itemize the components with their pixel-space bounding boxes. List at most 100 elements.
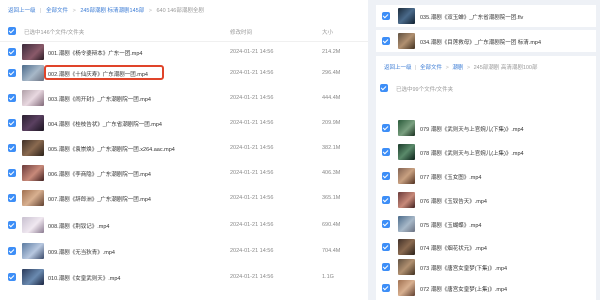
row-checkbox[interactable] xyxy=(382,172,390,180)
video-thumbnail xyxy=(22,44,44,60)
video-thumbnail xyxy=(22,140,44,156)
file-name[interactable]: 004.潮剧《桂枝告状》_广东省潮剧院一团.mp4 xyxy=(48,120,162,128)
file-name[interactable]: 076 潮剧《玉钗告天》.mp4 xyxy=(420,197,487,205)
select-all-checkbox[interactable] xyxy=(8,27,16,35)
video-thumbnail xyxy=(22,165,44,181)
row-checkbox[interactable] xyxy=(8,169,16,177)
video-thumbnail xyxy=(398,216,415,232)
file-name[interactable]: 078 潮剧《武则天与上官婉儿(上集)》.mp4 xyxy=(420,149,524,157)
file-row[interactable]: 004.潮剧《桂枝告状》_广东省潮剧院一团.mp4 2024-01-21 14:… xyxy=(0,113,368,133)
row-checkbox[interactable] xyxy=(8,144,16,152)
file-row[interactable]: 073 潮剧《唐宫女皇梦(下集)》.mp4 xyxy=(376,256,596,278)
row-checkbox[interactable] xyxy=(382,284,390,292)
selection-count: 已选中99个文件/文件夹 xyxy=(396,87,454,93)
video-thumbnail xyxy=(22,269,44,285)
file-name[interactable]: 074 潮剧《烟花状元》.mp4 xyxy=(420,244,487,252)
selection-count: 已选中146个文件/文件夹 xyxy=(24,30,85,36)
file-row[interactable]: 007.潮剧《辞郎洲》_广东潮剧院一团.mp4 2024-01-21 14:56… xyxy=(0,188,368,208)
video-thumbnail xyxy=(398,259,415,275)
file-row[interactable]: 001.潮剧《杨令婆辩本》广东一团.mp4 2024-01-21 14:56 2… xyxy=(0,42,368,62)
breadcrumb-item[interactable]: 245部潮剧 标清潮剧145部 xyxy=(80,8,144,14)
video-thumbnail xyxy=(22,65,44,81)
file-name[interactable]: 072 潮剧《唐宫女皇梦(上集)》.mp4 xyxy=(420,285,507,293)
file-row[interactable]: 077 潮剧《玉女图》.mp4 xyxy=(376,165,596,187)
file-row[interactable]: 035.潮剧《双玉蝉》_广东省潮剧院一团.flv xyxy=(376,5,596,27)
file-name[interactable]: 003.潮剧《闹开封》_广东潮剧院一团.mp4 xyxy=(48,95,151,103)
row-checkbox[interactable] xyxy=(382,243,390,251)
file-time: 2024-01-21 14:56 xyxy=(230,170,274,176)
file-time: 2024-01-21 14:56 xyxy=(230,145,274,151)
column-modified-time[interactable]: 修改时间 xyxy=(230,28,252,36)
file-row[interactable]: 079 潮剧《武则天与上官婉儿(下集)》.mp4 xyxy=(376,117,596,139)
row-checkbox[interactable] xyxy=(8,119,16,127)
file-time: 2024-01-21 14:56 xyxy=(230,195,274,201)
file-time: 2024-01-21 14:56 xyxy=(230,95,274,101)
file-size: 365.1M xyxy=(322,195,341,201)
breadcrumb-item[interactable]: 全部文件 xyxy=(46,8,68,14)
file-name[interactable]: 079 潮剧《武则天与上官婉儿(下集)》.mp4 xyxy=(420,125,524,133)
file-size: 1.1G xyxy=(322,274,334,280)
file-row[interactable]: 008.潮剧《荆钗记》.mp4 2024-01-21 14:56 690.4M xyxy=(0,215,368,235)
file-name[interactable]: 009.潮剧《无当狄青》.mp4 xyxy=(48,248,115,256)
file-name[interactable]: 010.潮剧《女皇武则天》.mp4 xyxy=(48,274,120,282)
file-name[interactable]: 077 潮剧《玉女图》.mp4 xyxy=(420,173,481,181)
file-time: 2024-01-21 14:56 xyxy=(230,70,274,76)
file-name[interactable]: 008.潮剧《荆钗记》.mp4 xyxy=(48,222,109,230)
file-row[interactable]: 005.潮剧《袁崇焕》_广东潮剧院一团.x264.aac.mp4 2024-01… xyxy=(0,138,368,158)
row-checkbox[interactable] xyxy=(382,124,390,132)
breadcrumb-item[interactable]: 全部文件 xyxy=(420,65,442,71)
file-name[interactable]: 005.潮剧《袁崇焕》_广东潮剧院一团.x264.aac.mp4 xyxy=(48,145,175,153)
row-checkbox[interactable] xyxy=(8,194,16,202)
file-row[interactable]: 010.潮剧《女皇武则天》.mp4 2024-01-21 14:56 1.1G xyxy=(0,267,368,287)
highlight-box xyxy=(44,65,164,80)
row-checkbox[interactable] xyxy=(8,247,16,255)
row-checkbox[interactable] xyxy=(8,48,16,56)
file-size: 704.4M xyxy=(322,248,341,254)
video-thumbnail xyxy=(398,239,415,255)
left-file-panel: 返回上一级 | 全部文件 > 245部潮剧 标清潮剧145部 > 640 146… xyxy=(0,0,368,300)
file-name[interactable]: 001.潮剧《杨令婆辩本》广东一团.mp4 xyxy=(48,49,142,57)
row-checkbox[interactable] xyxy=(8,221,16,229)
breadcrumb-item[interactable]: 潮剧 xyxy=(452,65,463,71)
row-checkbox[interactable] xyxy=(382,148,390,156)
file-row[interactable]: 034.潮剧《目莲救母》_广东潮剧院一团 标清.mp4 xyxy=(376,30,596,52)
file-name[interactable]: 034.潮剧《目莲救母》_广东潮剧院一团 标清.mp4 xyxy=(420,38,541,46)
row-checkbox[interactable] xyxy=(382,220,390,228)
row-checkbox[interactable] xyxy=(382,37,390,45)
file-name[interactable]: 073 潮剧《唐宫女皇梦(下集)》.mp4 xyxy=(420,264,507,272)
file-row[interactable]: 074 潮剧《烟花状元》.mp4 xyxy=(376,236,596,258)
video-thumbnail xyxy=(398,192,415,208)
video-thumbnail xyxy=(22,243,44,259)
file-row[interactable]: 072 潮剧《唐宫女皇梦(上集)》.mp4 xyxy=(376,277,596,299)
video-thumbnail xyxy=(398,120,415,136)
video-thumbnail xyxy=(22,115,44,131)
select-all-checkbox[interactable] xyxy=(380,84,388,92)
file-row[interactable]: 076 潮剧《玉钗告天》.mp4 xyxy=(376,189,596,211)
row-checkbox[interactable] xyxy=(382,196,390,204)
back-link[interactable]: 返回上一级 xyxy=(384,65,412,71)
file-row[interactable]: 009.潮剧《无当狄青》.mp4 2024-01-21 14:56 704.4M xyxy=(0,241,368,261)
file-name[interactable]: 007.潮剧《辞郎洲》_广东潮剧院一团.mp4 xyxy=(48,195,151,203)
row-checkbox[interactable] xyxy=(8,94,16,102)
breadcrumb-current: 640 146部潮剧全剧 xyxy=(156,8,204,14)
file-row[interactable]: 075 潮剧《玉蝴蝶》.mp4 xyxy=(376,213,596,235)
video-thumbnail xyxy=(22,217,44,233)
file-row[interactable]: 003.潮剧《闹开封》_广东潮剧院一团.mp4 2024-01-21 14:56… xyxy=(0,88,368,108)
column-size[interactable]: 大小 xyxy=(322,28,333,36)
row-checkbox[interactable] xyxy=(8,273,16,281)
file-time: 2024-01-21 14:56 xyxy=(230,248,274,254)
file-row[interactable]: 078 潮剧《武则天与上官婉儿(上集)》.mp4 xyxy=(376,141,596,163)
file-size: 382.1M xyxy=(322,145,341,151)
file-name[interactable]: 006.潮剧《李商隐》_广东潮剧院一团.mp4 xyxy=(48,170,151,178)
back-link[interactable]: 返回上一级 xyxy=(8,8,36,14)
file-name[interactable]: 035.潮剧《双玉蝉》_广东省潮剧院一团.flv xyxy=(420,13,523,21)
row-checkbox[interactable] xyxy=(8,69,16,77)
row-checkbox[interactable] xyxy=(382,263,390,271)
file-row[interactable]: 006.潮剧《李商隐》_广东潮剧院一团.mp4 2024-01-21 14:56… xyxy=(0,163,368,183)
file-time: 2024-01-21 14:56 xyxy=(230,274,274,280)
file-size: 209.9M xyxy=(322,120,341,126)
file-size: 444.4M xyxy=(322,95,341,101)
video-thumbnail xyxy=(398,33,415,49)
file-name[interactable]: 075 潮剧《玉蝴蝶》.mp4 xyxy=(420,221,481,229)
row-checkbox[interactable] xyxy=(382,12,390,20)
